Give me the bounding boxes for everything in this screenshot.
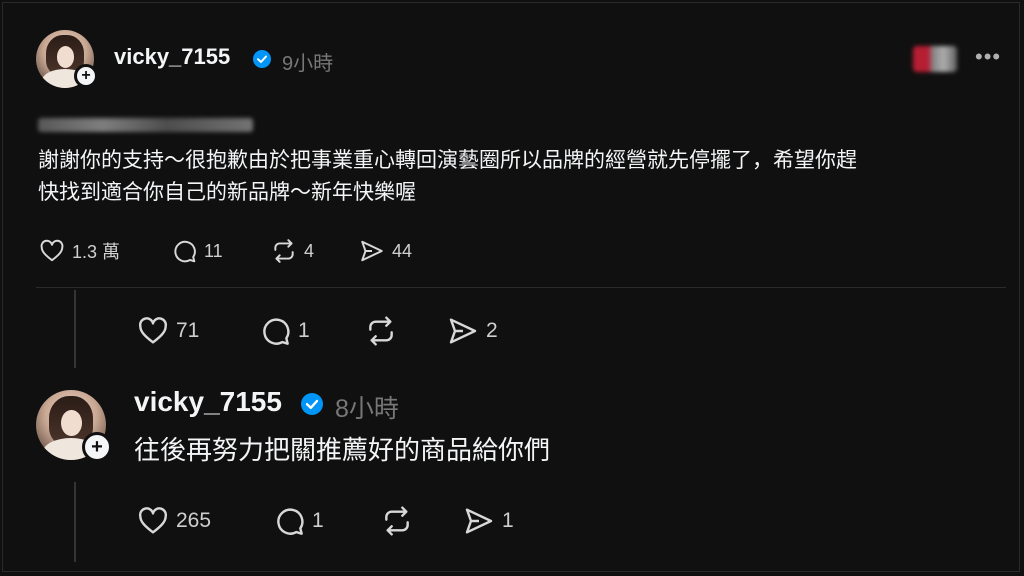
like-count: 1.3 萬 xyxy=(72,242,121,262)
heart-icon xyxy=(138,317,168,344)
post-text-line-2: 快找到適合你自己的新品牌～新年快樂喔 xyxy=(38,181,416,204)
divider xyxy=(36,287,1006,288)
redacted-text xyxy=(38,118,253,132)
share-button[interactable]: 2 xyxy=(446,315,498,347)
like-button[interactable]: 265 xyxy=(136,505,211,537)
post-text: 往後再努力把關推薦好的商品給你們 xyxy=(134,435,551,465)
verified-badge-icon xyxy=(253,50,271,68)
comment-button[interactable]: 1 xyxy=(258,315,310,347)
comment-count: 11 xyxy=(204,240,223,261)
repost-icon xyxy=(274,239,294,263)
comment-icon xyxy=(174,240,196,263)
repost-icon xyxy=(385,506,409,536)
verified-badge-icon xyxy=(301,393,323,415)
share-icon xyxy=(449,318,477,344)
share-count: 44 xyxy=(392,240,413,261)
heart-icon xyxy=(40,239,64,262)
like-count: 71 xyxy=(176,319,200,342)
comment-count: 1 xyxy=(298,319,310,342)
comment-icon xyxy=(263,318,290,345)
comment-count: 1 xyxy=(312,509,324,532)
thread-line xyxy=(74,482,76,562)
comment-button[interactable]: 11 xyxy=(170,238,223,264)
follow-plus-icon[interactable]: + xyxy=(74,64,98,88)
post-time[interactable]: 8小時 xyxy=(335,389,399,425)
thread-line xyxy=(74,290,76,368)
more-options-icon[interactable]: ••• xyxy=(975,44,1001,70)
repost-button[interactable]: 4 xyxy=(270,238,314,264)
share-button[interactable]: 44 xyxy=(358,238,412,264)
username[interactable]: vicky_7155 xyxy=(114,44,230,70)
post-time[interactable]: 9小時 xyxy=(282,47,333,76)
follow-plus-icon[interactable]: + xyxy=(82,432,112,462)
like-button[interactable]: 1.3 萬 xyxy=(38,238,120,264)
share-icon xyxy=(465,508,493,534)
post-text-line-1: 謝謝你的支持～很抱歉由於把事業重心轉回演藝圈所以品牌的經營就先停擺了，希望你趕 xyxy=(38,149,857,172)
heart-icon xyxy=(138,507,168,534)
repost-button[interactable] xyxy=(364,315,398,347)
comment-button[interactable]: 1 xyxy=(272,505,324,537)
share-count: 2 xyxy=(486,319,498,342)
repost-icon xyxy=(369,316,393,346)
like-count: 265 xyxy=(176,509,212,532)
redacted-icon xyxy=(913,46,957,72)
repost-count: 4 xyxy=(304,240,315,261)
repost-button[interactable] xyxy=(380,505,414,537)
share-count: 1 xyxy=(502,509,514,532)
username[interactable]: vicky_7155 xyxy=(134,386,282,418)
comment-icon xyxy=(277,508,304,535)
like-button[interactable]: 71 xyxy=(136,315,199,347)
share-icon xyxy=(361,240,383,262)
share-button[interactable]: 1 xyxy=(462,505,514,537)
